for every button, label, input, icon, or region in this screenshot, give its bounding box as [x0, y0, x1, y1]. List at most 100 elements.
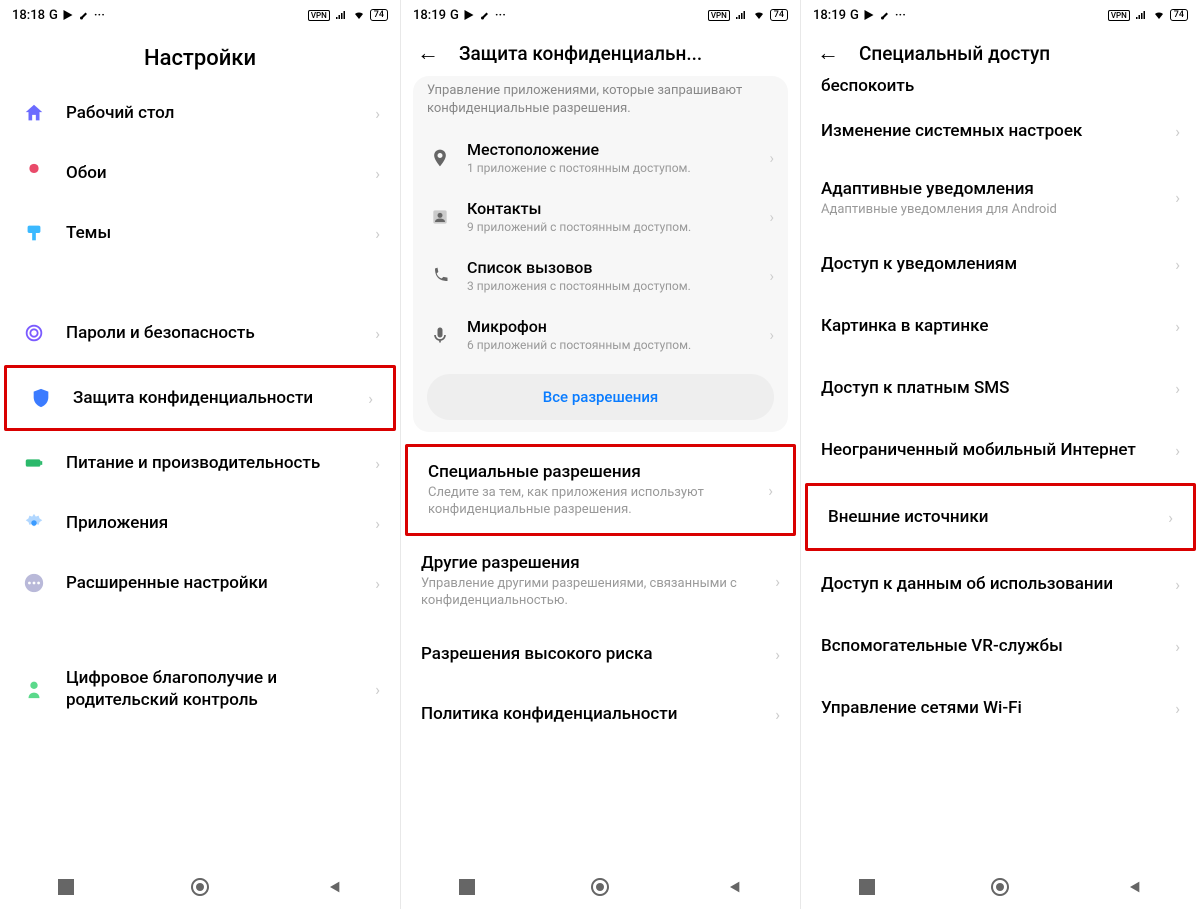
phone-icon [427, 263, 453, 289]
chevron-right-icon: › [375, 324, 380, 343]
item-privacy[interactable]: Защита конфиденциальности › [7, 368, 393, 428]
nav-recent-icon[interactable] [58, 879, 74, 895]
chevron-right-icon: › [768, 481, 773, 500]
mic-icon [427, 322, 453, 348]
sa-system-settings[interactable]: Изменение системных настроек › [801, 100, 1200, 162]
chevron-right-icon: › [375, 574, 380, 593]
highlight-privacy: Защита конфиденциальности › [4, 365, 396, 431]
home-icon [20, 99, 48, 127]
sa-external-sources[interactable]: Внешние источники › [808, 486, 1193, 548]
nav-bar [401, 865, 800, 909]
nav-back-icon[interactable] [1126, 879, 1142, 895]
chevron-right-icon: › [1175, 379, 1180, 398]
card-description: Управление приложениями, которые запраши… [413, 82, 788, 128]
signal-icon [734, 9, 748, 21]
play-icon [463, 9, 475, 21]
sa-unlimited-data[interactable]: Неограниченный мобильный Интернет › [801, 419, 1200, 481]
perm-subtitle: 9 приложений с постоянным доступом. [467, 220, 769, 234]
special-access-list: беспокоить Изменение системных настроек … [801, 76, 1200, 865]
wifi-icon [1152, 9, 1166, 21]
item-apps[interactable]: Приложения › [0, 493, 400, 553]
item-policy[interactable]: Политика конфиденциальности › [401, 684, 800, 744]
all-permissions-button[interactable]: Все разрешения [427, 374, 774, 420]
brush-icon [879, 9, 891, 21]
item-wallpaper[interactable]: Обои › [0, 143, 400, 203]
sa-paid-sms[interactable]: Доступ к платным SMS › [801, 357, 1200, 419]
chevron-right-icon: › [1175, 637, 1180, 656]
play-icon [62, 9, 74, 21]
item-desktop[interactable]: Рабочий стол › [0, 83, 400, 143]
perm-location[interactable]: Местоположение 1 приложение с постоянным… [413, 128, 788, 187]
item-themes[interactable]: Темы › [0, 203, 400, 263]
item-label: Адаптивные уведомления [821, 178, 1175, 200]
nav-home-icon[interactable] [990, 877, 1010, 897]
item-special-permissions[interactable]: Специальные разрешения Следите за тем, к… [408, 447, 793, 533]
perm-microphone[interactable]: Микрофон 6 приложений с постоянным досту… [413, 305, 788, 364]
item-label: Питание и производительность [66, 452, 375, 474]
sa-adaptive-notif[interactable]: Адаптивные уведомления Адаптивные уведом… [801, 162, 1200, 233]
perm-calls[interactable]: Список вызовов 3 приложения с постоянным… [413, 246, 788, 305]
vpn-icon: VPN [708, 10, 730, 21]
nav-back-icon[interactable] [726, 879, 742, 895]
header: ← Специальный доступ [801, 30, 1200, 76]
item-sub: Адаптивные уведомления для Android [821, 202, 1175, 217]
nav-bar [801, 865, 1200, 909]
sa-pip[interactable]: Картинка в картинке › [801, 295, 1200, 357]
more-icon: ··· [495, 8, 506, 23]
section-break [0, 263, 400, 303]
item-label: Доступ к уведомлениям [821, 253, 1175, 275]
item-advanced[interactable]: Расширенные настройки › [0, 553, 400, 613]
sa-notif-access[interactable]: Доступ к уведомлениям › [801, 233, 1200, 295]
nav-back-icon[interactable] [326, 879, 342, 895]
status-time: 18:19 [813, 8, 846, 23]
chevron-right-icon: › [368, 389, 373, 408]
vpn-icon: VPN [308, 10, 330, 21]
sa-usage-data[interactable]: Доступ к данным об использовании › [801, 553, 1200, 615]
chevron-right-icon: › [375, 454, 380, 473]
sa-vr[interactable]: Вспомогательные VR-службы › [801, 615, 1200, 677]
item-label: Приложения [66, 512, 375, 534]
perm-contacts[interactable]: Контакты 9 приложений с постоянным досту… [413, 187, 788, 246]
perm-subtitle: 6 приложений с постоянным доступом. [467, 338, 769, 352]
perm-title: Микрофон [467, 317, 769, 336]
sa-wifi[interactable]: Управление сетями Wi-Fi › [801, 677, 1200, 739]
fingerprint-icon [20, 319, 48, 347]
nav-home-icon[interactable] [590, 877, 610, 897]
item-label: Цифровое благополучие и родительский кон… [66, 667, 375, 711]
battery-icon: 74 [1170, 9, 1188, 21]
chevron-right-icon: › [769, 149, 774, 167]
privacy-content: Управление приложениями, которые запраши… [401, 76, 800, 865]
nav-recent-icon[interactable] [459, 879, 475, 895]
item-wellbeing[interactable]: Цифровое благополучие и родительский кон… [0, 653, 400, 725]
battery-icon: 74 [770, 9, 788, 21]
back-arrow-icon[interactable]: ← [417, 40, 439, 66]
item-highrisk[interactable]: Разрешения высокого риска › [401, 624, 800, 684]
nav-recent-icon[interactable] [859, 879, 875, 895]
item-other-permissions[interactable]: Другие разрешения Управление другими раз… [401, 538, 800, 624]
status-bar: 18:18 G ··· VPN 74 [0, 0, 400, 30]
page-title: Защита конфиденциальн... [459, 42, 702, 65]
more-icon: ··· [94, 8, 105, 23]
item-label: Темы [66, 222, 375, 244]
phone-screen-settings: 18:18 G ··· VPN 74 Настройки Рабочий сто… [0, 0, 400, 909]
back-arrow-icon[interactable]: ← [817, 40, 839, 66]
nav-bar [0, 865, 400, 909]
item-label: Неограниченный мобильный Интернет [821, 439, 1175, 461]
contacts-icon [427, 204, 453, 230]
item-label: Разрешения высокого риска [421, 643, 775, 665]
chevron-right-icon: › [1175, 255, 1180, 274]
item-label: Обои [66, 162, 375, 184]
chevron-right-icon: › [375, 514, 380, 533]
item-label: Картинка в картинке [821, 315, 1175, 337]
nav-home-icon[interactable] [190, 877, 210, 897]
chevron-right-icon: › [1175, 188, 1180, 207]
page-title: Специальный доступ [859, 42, 1050, 65]
item-battery[interactable]: Питание и производительность › [0, 433, 400, 493]
phone-screen-privacy: 18:19 G ··· VPN 74 ← Защита конфиденциал… [400, 0, 800, 909]
perm-subtitle: 1 приложение с постоянным доступом. [467, 161, 769, 175]
wellbeing-icon [20, 675, 48, 703]
chevron-right-icon: › [775, 645, 780, 664]
item-passwords[interactable]: Пароли и безопасность › [0, 303, 400, 363]
vpn-icon: VPN [1108, 10, 1130, 21]
item-sub: Следите за тем, как приложения использую… [428, 485, 768, 519]
